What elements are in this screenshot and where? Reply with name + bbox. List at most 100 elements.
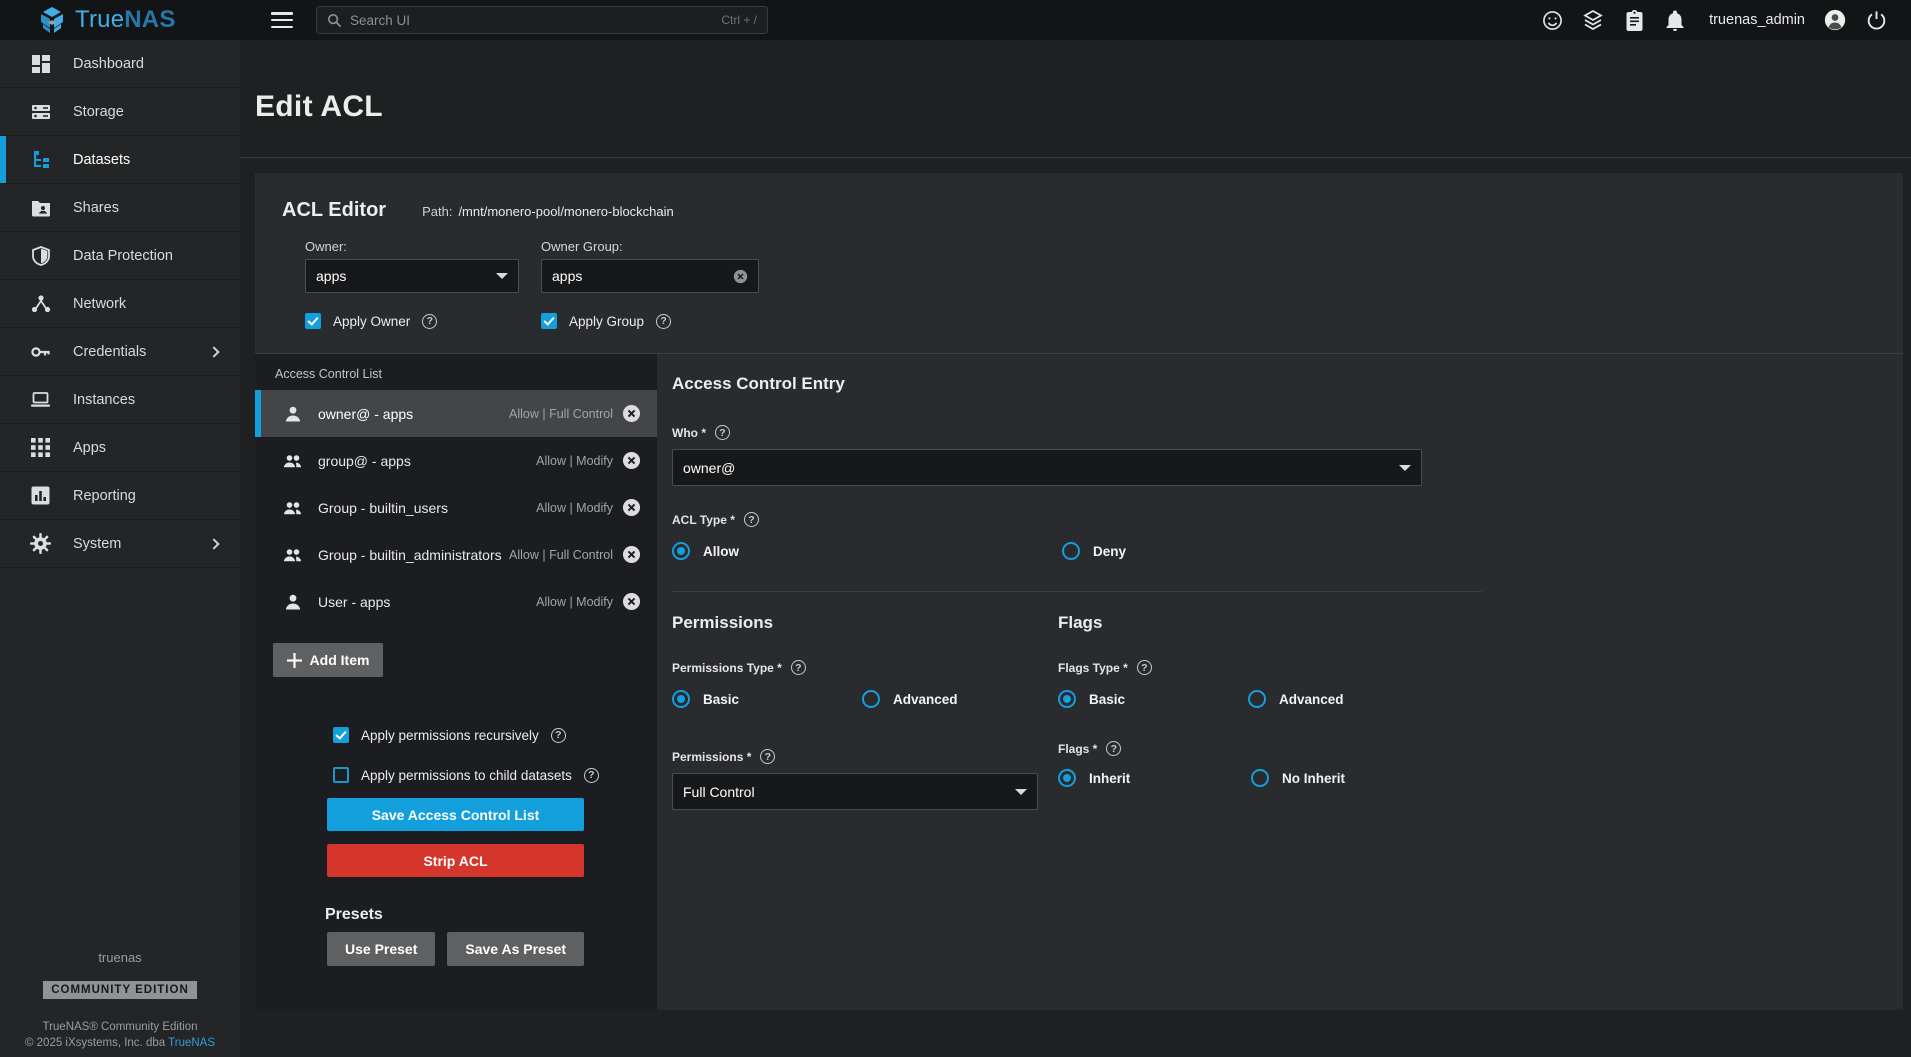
save-as-preset-button[interactable]: Save As Preset bbox=[447, 932, 584, 966]
acl-entry-row[interactable]: User - apps Allow | Modify bbox=[255, 578, 657, 625]
sidebar-item-storage[interactable]: Storage bbox=[0, 88, 240, 136]
acl-entry-row[interactable]: owner@ - apps Allow | Full Control bbox=[255, 390, 657, 437]
key-icon bbox=[30, 341, 51, 362]
sidebar-item-label: Storage bbox=[73, 104, 124, 120]
sidebar-item-datasets[interactable]: Datasets bbox=[0, 136, 240, 184]
save-acl-button[interactable]: Save Access Control List bbox=[327, 798, 584, 831]
radio-permissions-advanced[interactable]: Advanced bbox=[862, 690, 1052, 708]
help-icon[interactable] bbox=[551, 728, 566, 743]
search-icon bbox=[327, 13, 342, 28]
global-search[interactable]: Ctrl + / bbox=[316, 6, 768, 34]
truenas-app: TrueNAS Ctrl + / truenas_admin bbox=[0, 0, 1911, 1057]
help-icon[interactable] bbox=[760, 749, 775, 764]
sidebar-item-data-protection[interactable]: Data Protection bbox=[0, 232, 240, 280]
acl-entry-row[interactable]: Group - builtin_administrators Allow | F… bbox=[255, 531, 657, 578]
sidebar-item-system[interactable]: System bbox=[0, 520, 240, 568]
help-icon[interactable] bbox=[1137, 660, 1152, 675]
sidebar-item-reporting[interactable]: Reporting bbox=[0, 472, 240, 520]
power-icon[interactable] bbox=[1865, 9, 1887, 31]
radio-flags-basic[interactable]: Basic bbox=[1058, 690, 1248, 708]
remove-entry-icon[interactable] bbox=[622, 545, 641, 564]
shield-icon bbox=[30, 245, 51, 266]
plus-icon bbox=[287, 653, 302, 668]
flags-radio-group: Inherit No Inherit bbox=[1058, 769, 1444, 787]
remove-entry-icon[interactable] bbox=[622, 592, 641, 611]
acl-type-radio-group: Allow Deny bbox=[672, 542, 1903, 560]
radio-no-inherit[interactable]: No Inherit bbox=[1251, 769, 1444, 787]
truenas-stack-icon[interactable] bbox=[1582, 9, 1604, 31]
help-icon[interactable] bbox=[791, 660, 806, 675]
laptop-icon bbox=[30, 389, 51, 410]
truenas-link[interactable]: TrueNAS bbox=[168, 1037, 215, 1049]
dataset-path: Path:/mnt/monero-pool/monero-blockchain bbox=[422, 204, 674, 219]
sidebar-item-label: Apps bbox=[73, 440, 106, 456]
apply-owner-checkbox[interactable] bbox=[305, 313, 321, 329]
acl-editor-title: ACL Editor bbox=[282, 199, 386, 222]
permissions-label: Permissions * bbox=[672, 749, 1058, 764]
sidebar-item-apps[interactable]: Apps bbox=[0, 424, 240, 472]
sidebar-item-instances[interactable]: Instances bbox=[0, 376, 240, 424]
search-input[interactable] bbox=[350, 13, 713, 28]
radio-inherit[interactable]: Inherit bbox=[1058, 769, 1251, 787]
acl-type-label: ACL Type * bbox=[672, 512, 1903, 527]
jobs-clipboard-icon[interactable] bbox=[1623, 9, 1645, 31]
main-content: Edit ACL ACL Editor Path:/mnt/monero-poo… bbox=[240, 40, 1911, 1057]
acl-entry-row[interactable]: group@ - apps Allow | Modify bbox=[255, 437, 657, 484]
permissions-type-radio-group: Basic Advanced bbox=[672, 690, 1058, 708]
radio-unselected-icon bbox=[1248, 690, 1266, 708]
apply-child-datasets-checkbox[interactable] bbox=[333, 767, 349, 783]
storage-icon bbox=[30, 101, 51, 122]
remove-entry-icon[interactable] bbox=[622, 451, 641, 470]
truenas-logo[interactable]: TrueNAS bbox=[0, 6, 240, 34]
sidebar-item-dashboard[interactable]: Dashboard bbox=[0, 40, 240, 88]
apply-group-checkbox[interactable] bbox=[541, 313, 557, 329]
radio-flags-advanced[interactable]: Advanced bbox=[1248, 690, 1438, 708]
flags-type-radio-group: Basic Advanced bbox=[1058, 690, 1444, 708]
add-item-button[interactable]: Add Item bbox=[273, 643, 383, 677]
help-icon[interactable] bbox=[584, 768, 599, 783]
remove-entry-icon[interactable] bbox=[622, 404, 641, 423]
top-bar: TrueNAS Ctrl + / truenas_admin bbox=[0, 0, 1911, 40]
remove-entry-icon[interactable] bbox=[622, 498, 641, 517]
help-icon[interactable] bbox=[1106, 741, 1121, 756]
owner-group-input[interactable] bbox=[552, 268, 733, 284]
apply-owner-checkbox-row: Apply Owner bbox=[305, 313, 519, 329]
caret-down-icon bbox=[496, 273, 508, 279]
acl-entry-row[interactable]: Group - builtin_users Allow | Modify bbox=[255, 484, 657, 531]
apps-grid-icon bbox=[30, 437, 51, 458]
permissions-select[interactable]: Full Control bbox=[672, 773, 1038, 810]
use-preset-button[interactable]: Use Preset bbox=[327, 932, 435, 966]
owner-select[interactable]: apps bbox=[305, 259, 519, 293]
sidebar-item-credentials[interactable]: Credentials bbox=[0, 328, 240, 376]
strip-acl-button[interactable]: Strip ACL bbox=[327, 844, 584, 877]
sidebar-item-label: Reporting bbox=[73, 488, 136, 504]
apply-recursively-checkbox[interactable] bbox=[333, 727, 349, 743]
clear-icon[interactable] bbox=[733, 268, 748, 285]
notifications-bell-icon[interactable] bbox=[1664, 9, 1686, 31]
radio-selected-icon bbox=[672, 690, 690, 708]
sidebar-item-network[interactable]: Network bbox=[0, 280, 240, 328]
recursive-checkbox-row: Apply permissions recursively bbox=[333, 727, 657, 743]
radio-permissions-basic[interactable]: Basic bbox=[672, 690, 862, 708]
edition-label: TrueNAS® Community Edition bbox=[0, 1021, 240, 1033]
radio-allow[interactable]: Allow bbox=[672, 542, 1062, 560]
owner-group-field bbox=[541, 259, 759, 293]
help-icon[interactable] bbox=[715, 425, 730, 440]
copyright-label: © 2025 iXsystems, Inc. dba TrueNAS bbox=[0, 1037, 240, 1049]
help-icon[interactable] bbox=[656, 314, 671, 329]
who-select[interactable]: owner@ bbox=[672, 449, 1422, 486]
shares-folder-icon bbox=[30, 197, 51, 218]
acl-editor-card: ACL Editor Path:/mnt/monero-pool/monero-… bbox=[255, 173, 1903, 1010]
radio-selected-icon bbox=[1058, 769, 1076, 787]
menu-toggle-icon[interactable] bbox=[271, 12, 293, 28]
sidebar-item-shares[interactable]: Shares bbox=[0, 184, 240, 232]
sidebar-item-label: Data Protection bbox=[73, 248, 173, 264]
radio-deny[interactable]: Deny bbox=[1062, 542, 1452, 560]
gear-icon bbox=[30, 533, 51, 554]
help-icon[interactable] bbox=[422, 314, 437, 329]
radio-selected-icon bbox=[1058, 690, 1076, 708]
feedback-smiley-icon[interactable] bbox=[1541, 9, 1563, 31]
user-avatar-icon[interactable] bbox=[1824, 9, 1846, 31]
radio-unselected-icon bbox=[862, 690, 880, 708]
help-icon[interactable] bbox=[744, 512, 759, 527]
